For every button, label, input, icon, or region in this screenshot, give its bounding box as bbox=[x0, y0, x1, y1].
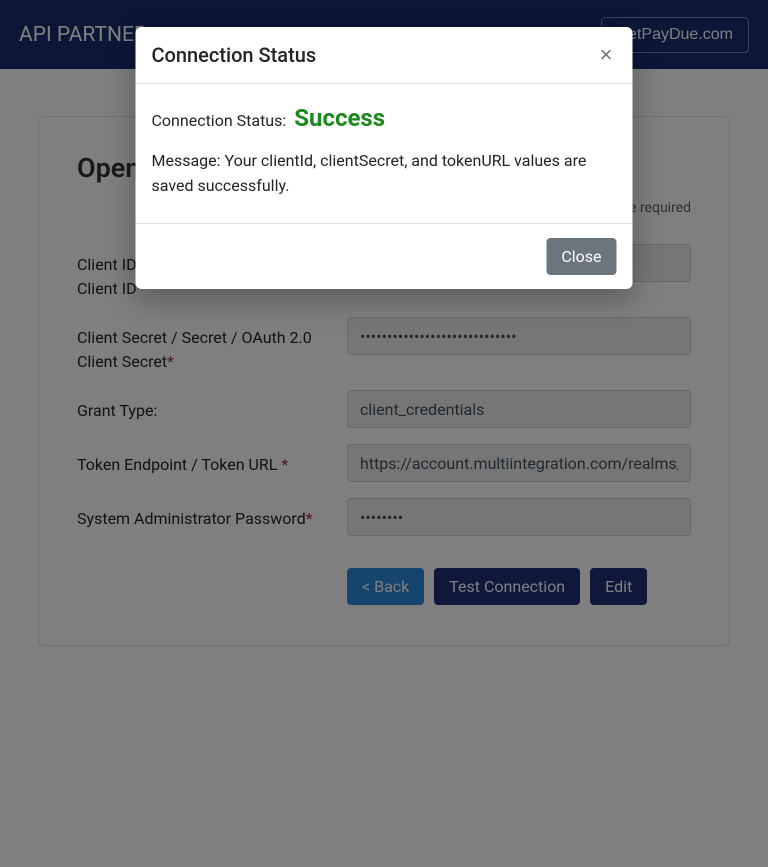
status-message: Message: Your clientId, clientSecret, an… bbox=[152, 149, 617, 199]
modal-header: Connection Status × bbox=[136, 27, 633, 84]
status-label: Connection Status: bbox=[152, 111, 287, 130]
close-icon[interactable]: × bbox=[596, 44, 617, 66]
modal-title: Connection Status bbox=[152, 43, 317, 67]
close-button[interactable]: Close bbox=[546, 238, 616, 275]
status-line: Connection Status: Success bbox=[152, 100, 617, 137]
status-value: Success bbox=[294, 104, 385, 132]
modal-body: Connection Status: Success Message: Your… bbox=[136, 84, 633, 223]
modal-footer: Close bbox=[136, 223, 633, 289]
connection-status-modal: Connection Status × Connection Status: S… bbox=[136, 27, 633, 289]
